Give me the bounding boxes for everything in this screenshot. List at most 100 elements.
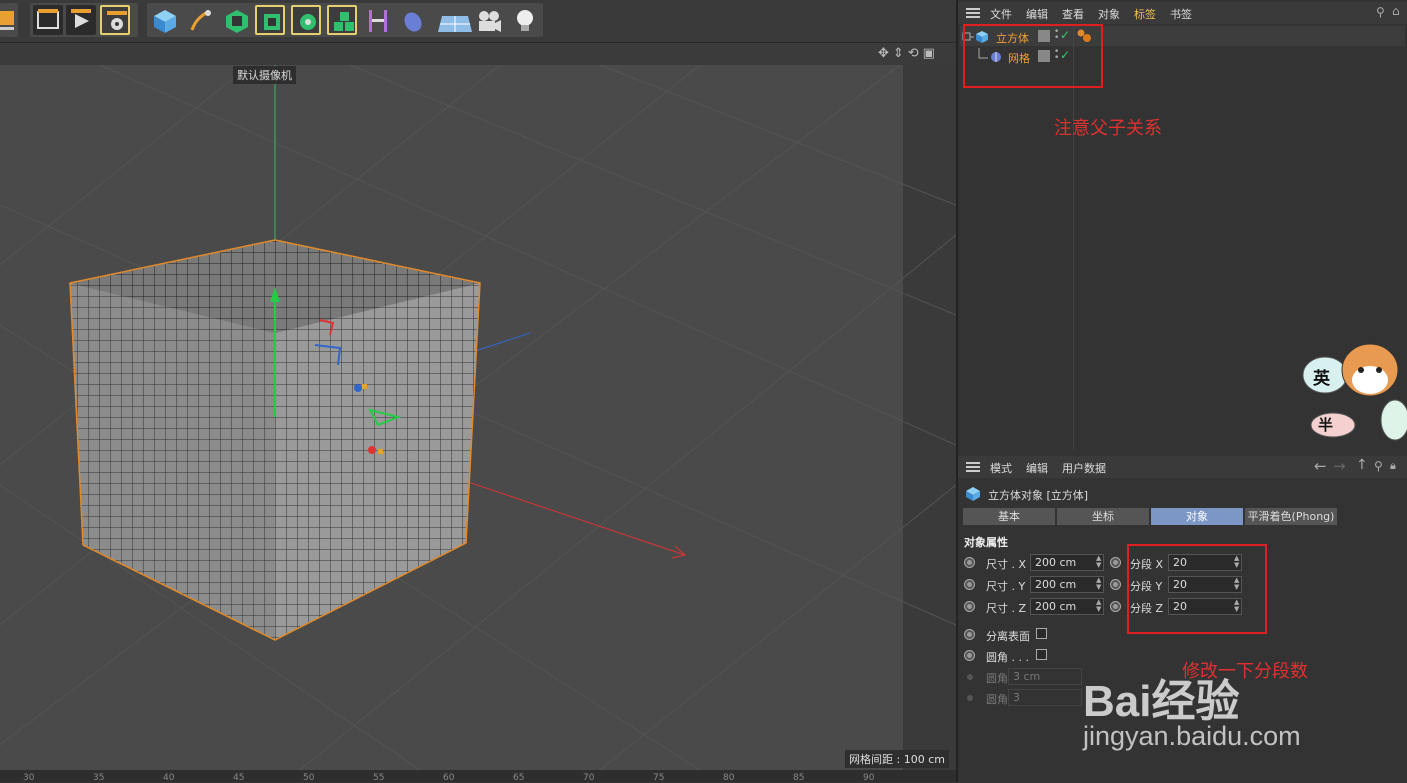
cube-icon xyxy=(966,487,980,501)
size-z-input[interactable]: 200 cm xyxy=(1030,598,1104,615)
toolbar-group-objects xyxy=(147,3,543,37)
cloner-button[interactable] xyxy=(327,5,357,35)
menu-hamburger-icon[interactable] xyxy=(966,8,980,18)
pen-tool-button[interactable] xyxy=(185,5,215,35)
pen-icon xyxy=(190,10,211,31)
highlight-box-segments xyxy=(1127,544,1267,634)
camera-icon xyxy=(479,11,501,32)
size-z-label: 尺寸 . Z xyxy=(986,602,1027,615)
animate-radio[interactable] xyxy=(964,629,975,640)
tab-basic[interactable]: 基本 xyxy=(963,508,1055,525)
lock-icon[interactable]: 🔒︎ xyxy=(1390,459,1396,473)
fillet-subdivision-input: 3 xyxy=(1008,689,1082,706)
menu-mode[interactable]: 模式 xyxy=(990,460,1012,476)
render-settings-button[interactable] xyxy=(100,5,130,35)
gear-clapboard-icon xyxy=(107,11,127,30)
up-arrow-icon[interactable]: ↑ xyxy=(1356,457,1368,473)
render-picture-viewer-button[interactable] xyxy=(66,5,96,35)
menu-file[interactable]: 文件 xyxy=(990,6,1012,22)
floor-grid-icon xyxy=(438,16,472,32)
animate-radio[interactable] xyxy=(964,601,975,612)
viewport-3d[interactable] xyxy=(0,65,956,770)
extrude-icon xyxy=(264,14,280,30)
toolbar-group-render xyxy=(30,3,138,37)
play-clapboard-icon xyxy=(71,9,91,28)
menu-edit[interactable]: 编辑 xyxy=(1026,460,1048,476)
menu-view[interactable]: 查看 xyxy=(1062,6,1084,22)
menu-edit[interactable]: 编辑 xyxy=(1026,6,1048,22)
size-x-input[interactable]: 200 cm xyxy=(1030,554,1104,571)
field-button[interactable] xyxy=(397,5,427,35)
clapboard-icon xyxy=(37,9,59,29)
home-icon[interactable]: ⌂ xyxy=(1392,4,1400,18)
animate-radio[interactable] xyxy=(964,650,975,661)
animate-radio[interactable] xyxy=(964,579,975,590)
search-icon[interactable]: ⚲ xyxy=(1376,5,1385,19)
size-x-stepper[interactable]: ▲ ▼ xyxy=(1096,555,1104,570)
camera-button[interactable] xyxy=(473,5,503,35)
deformer-button[interactable] xyxy=(363,5,393,35)
fillet-label: 圆角 . . . xyxy=(986,651,1029,664)
highlight-box-objects xyxy=(963,24,1103,88)
size-y-row: 尺寸 . Y 200 cm ▲ ▼ xyxy=(964,575,1114,595)
array-button[interactable] xyxy=(291,5,321,35)
floor-button[interactable] xyxy=(435,5,472,35)
light-bulb-icon xyxy=(517,10,533,31)
back-arrow-icon[interactable]: ← xyxy=(1314,457,1327,475)
forward-arrow-icon[interactable]: → xyxy=(1333,457,1346,475)
baidu-watermark: Bai经验 jingyan.baidu.com xyxy=(1083,665,1383,782)
sticker-text-bottom: 半 xyxy=(1318,416,1334,434)
menu-tags[interactable]: 标签 xyxy=(1134,6,1156,22)
camera-label[interactable]: 默认摄像机 xyxy=(233,66,296,84)
separate-surfaces-label: 分离表面 xyxy=(986,630,1030,643)
size-z-row: 尺寸 . Z 200 cm ▲ ▼ xyxy=(964,597,1114,617)
size-z-stepper[interactable]: ▲ ▼ xyxy=(1096,599,1104,614)
array-icon xyxy=(300,14,316,30)
fillet-row: 圆角 . . . xyxy=(964,646,1084,666)
render-view-button[interactable] xyxy=(33,5,63,35)
extrude-button[interactable] xyxy=(255,5,285,35)
fillet-checkbox[interactable] xyxy=(1036,649,1047,660)
separate-surfaces-checkbox[interactable] xyxy=(1036,628,1047,639)
size-y-input[interactable]: 200 cm xyxy=(1030,576,1104,593)
subdivision-button[interactable] xyxy=(221,5,251,35)
grid-spacing-label: 网格间距 : 100 cm xyxy=(845,750,949,768)
timeline-ruler[interactable]: 30 35 40 45 50 55 60 65 70 75 80 85 90 xyxy=(0,770,956,783)
main-toolbar xyxy=(0,0,956,43)
disabled-dot-icon xyxy=(967,674,973,680)
size-y-label: 尺寸 . Y xyxy=(986,580,1026,593)
cloner-icon xyxy=(334,12,354,31)
menu-bookmarks[interactable]: 书签 xyxy=(1170,6,1192,22)
attributes-menu: 模式 编辑 用户数据 ← → ↑ ⚲ 🔒︎ xyxy=(958,456,1407,478)
animate-radio[interactable] xyxy=(1110,601,1121,612)
search-icon[interactable]: ⚲ xyxy=(1374,459,1383,473)
viewport-navigation-icons[interactable]: ✥⇕⟲▣ xyxy=(878,46,939,61)
annotation-parent-child: 注意父子关系 xyxy=(1054,118,1162,139)
cube-object-button[interactable] xyxy=(149,5,179,35)
menu-hamburger-icon[interactable] xyxy=(966,462,980,472)
watermark-url: jingyan.baidu.com xyxy=(1083,721,1301,751)
menu-user-data[interactable]: 用户数据 xyxy=(1062,460,1106,476)
separate-surfaces-row: 分离表面 xyxy=(964,625,1084,645)
cube-orange-icon[interactable] xyxy=(0,3,18,37)
menu-objects[interactable]: 对象 xyxy=(1098,6,1120,22)
viewport-header xyxy=(0,43,956,65)
toolbar-group-left xyxy=(0,3,18,37)
attributes-title: 立方体对象 [立方体] xyxy=(988,489,1089,502)
tab-object[interactable]: 对象 xyxy=(1151,508,1243,525)
animate-radio[interactable] xyxy=(1110,579,1121,590)
tab-phong[interactable]: 平滑着色(Phong) xyxy=(1245,508,1337,525)
watermark-brand: Bai经验 xyxy=(1083,677,1240,726)
object-manager-menu: 文件 编辑 查看 对象 标签 书签 ⚲ ⌂ xyxy=(958,2,1407,24)
cat-sticker xyxy=(1302,343,1407,441)
light-button[interactable] xyxy=(509,5,539,35)
subdivision-icon xyxy=(226,10,248,33)
tab-coordinates[interactable]: 坐标 xyxy=(1057,508,1149,525)
size-x-label: 尺寸 . X xyxy=(986,558,1027,571)
bend-deformer-icon xyxy=(369,10,387,32)
cube-icon xyxy=(154,10,176,33)
animate-radio[interactable] xyxy=(1110,557,1121,568)
size-y-stepper[interactable]: ▲ ▼ xyxy=(1096,577,1104,592)
animate-radio[interactable] xyxy=(964,557,975,568)
section-title: 对象属性 xyxy=(964,536,1008,549)
